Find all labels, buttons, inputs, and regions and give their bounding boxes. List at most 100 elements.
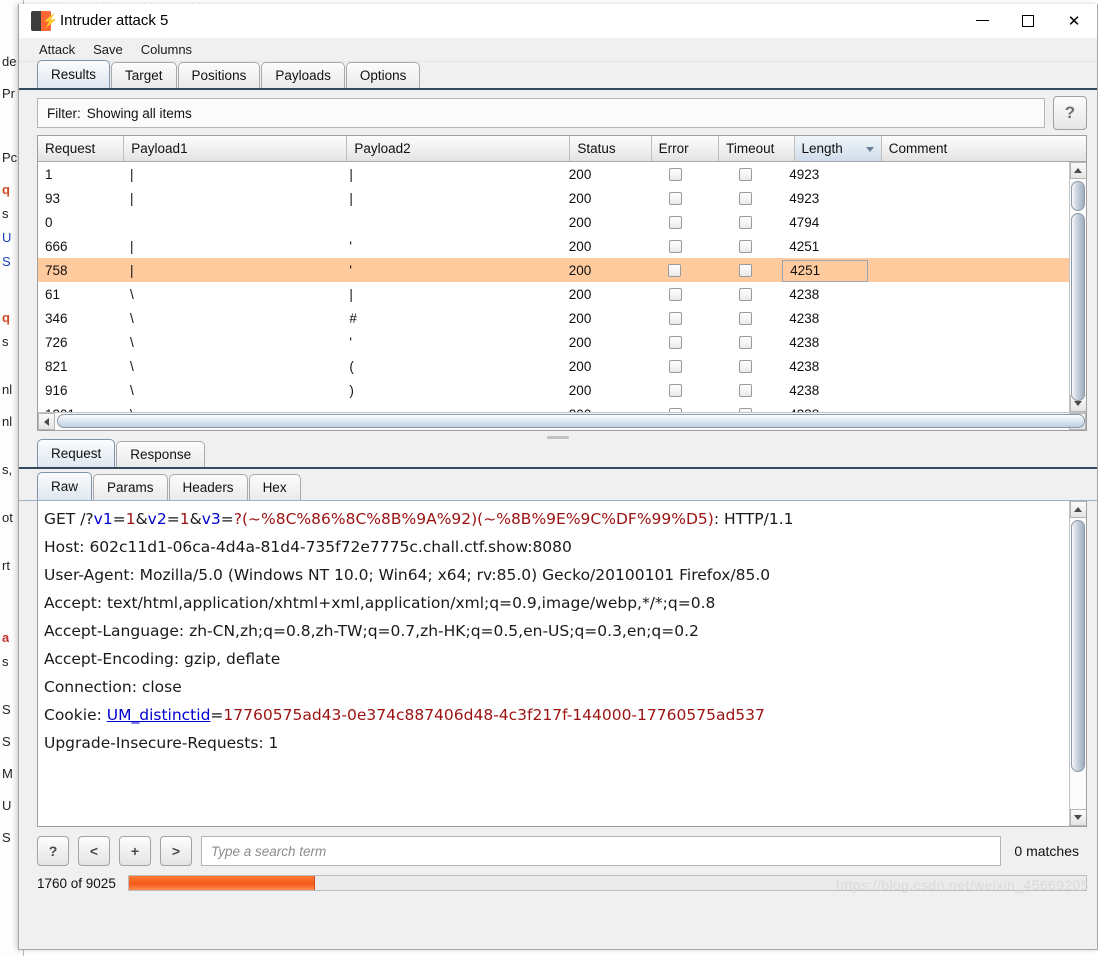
close-button[interactable]: ✕ [1051,4,1097,37]
menu-item-columns[interactable]: Columns [139,41,194,58]
table-horizontal-scrollbar[interactable] [38,412,1086,430]
cell-timeout-checkbox[interactable] [708,210,782,234]
table-row[interactable]: 1201\,200 4238 [38,402,1069,412]
table-vertical-scrollbar[interactable] [1069,162,1086,412]
tab-request[interactable]: Request [37,439,116,467]
request-scroll-thumb[interactable] [1070,520,1085,772]
table-row[interactable]: 758 | ' 200 4251 [38,258,1069,282]
scroll-left-button[interactable] [38,413,55,430]
request-scroll-track[interactable] [1069,518,1086,809]
tab-target[interactable]: Target [111,62,177,88]
request-scroll-down-button[interactable] [1069,809,1086,826]
column-header-error[interactable]: Error [652,136,720,161]
table-row[interactable]: 61 \ | 200 4238 [38,282,1069,306]
checkbox-error-icon[interactable] [668,215,682,229]
table-row[interactable]: 346 \ #200 4238 [38,306,1069,330]
tab-results[interactable]: Results [37,60,111,88]
scroll-thumb-top[interactable] [1070,181,1085,211]
cell-error-checkbox[interactable] [642,306,708,330]
column-header-payload2[interactable]: Payload2 [347,136,571,161]
filter-help-button[interactable]: ? [1053,96,1087,130]
column-header-request[interactable]: Request [38,136,125,161]
checkbox-error-icon[interactable] [668,239,682,253]
cell-error-checkbox[interactable] [642,354,708,378]
table-row[interactable]: 1 | | 200 4923 [38,162,1069,186]
table-row[interactable]: 666 | ' 200 4251 [38,234,1069,258]
checkbox-timeout-icon[interactable] [738,359,752,373]
hscroll-track[interactable] [55,413,1085,430]
table-row[interactable]: 916 \) 200 4238 [38,378,1069,402]
cell-error-checkbox[interactable] [642,378,708,402]
filter-bar[interactable]: Filter: Showing all items [37,98,1045,128]
checkbox-error-icon[interactable] [668,335,682,349]
request-raw-text[interactable]: GET /?v1=1&v2=1&v3=?(~%8C%86%8C%8B%9A%92… [38,501,1069,826]
column-header-length[interactable]: Length [794,136,882,161]
checkbox-error-icon[interactable] [668,383,682,397]
tab-payloads[interactable]: Payloads [261,62,345,88]
subtab-raw[interactable]: Raw [37,472,93,500]
request-scroll-up-button[interactable] [1069,501,1086,518]
search-previous-button[interactable]: < [78,836,110,866]
checkbox-timeout-icon[interactable] [738,287,752,301]
scroll-track[interactable] [1069,179,1086,401]
checkbox-timeout-icon[interactable] [738,263,752,277]
table-row[interactable]: 0 200 4794 [38,210,1069,234]
checkbox-timeout-icon[interactable] [738,191,752,205]
subtab-hex[interactable]: Hex [248,474,301,500]
cell-error-checkbox[interactable] [642,282,708,306]
cell-error-checkbox[interactable] [642,330,708,354]
checkbox-timeout-icon[interactable] [738,383,752,397]
checkbox-timeout-icon[interactable] [738,311,752,325]
cell-error-checkbox[interactable] [642,210,708,234]
request-vertical-scrollbar[interactable] [1069,501,1086,826]
cell-error-checkbox[interactable] [642,258,708,282]
search-add-button[interactable]: + [119,836,151,866]
cell-error-checkbox[interactable] [642,402,708,412]
cell-timeout-checkbox[interactable] [708,306,782,330]
checkbox-error-icon[interactable] [668,191,682,205]
cell-timeout-checkbox[interactable] [708,282,782,306]
column-header-payload1[interactable]: Payload1 [124,136,348,161]
checkbox-error-icon[interactable] [668,287,682,301]
cell-timeout-checkbox[interactable] [708,258,782,282]
splitter-grip[interactable] [547,435,569,439]
checkbox-timeout-icon[interactable] [738,239,752,253]
cell-timeout-checkbox[interactable] [708,354,782,378]
scroll-up-button[interactable] [1069,162,1086,179]
table-row[interactable]: 821 \ (200 4238 [38,354,1069,378]
checkbox-timeout-icon[interactable] [738,167,752,181]
cell-error-checkbox[interactable] [642,186,708,210]
checkbox-error-icon[interactable] [668,263,682,277]
cell-timeout-checkbox[interactable] [708,162,782,186]
menu-item-save[interactable]: Save [91,41,125,58]
hscroll-thumb[interactable] [57,414,1085,428]
tab-options[interactable]: Options [345,62,421,88]
cell-timeout-checkbox[interactable] [708,378,782,402]
checkbox-timeout-icon[interactable] [738,335,752,349]
checkbox-timeout-icon[interactable] [738,215,752,229]
minimize-button[interactable] [959,4,1005,37]
column-header-timeout[interactable]: Timeout [719,136,795,161]
search-next-button[interactable]: > [160,836,192,866]
scroll-thumb[interactable] [1070,213,1085,401]
column-header-status[interactable]: Status [570,136,652,161]
column-header-comment[interactable]: Comment [882,136,1086,161]
subtab-params[interactable]: Params [93,474,168,500]
menu-item-attack[interactable]: Attack [37,41,77,58]
maximize-button[interactable] [1005,4,1051,37]
cell-timeout-checkbox[interactable] [708,234,782,258]
checkbox-error-icon[interactable] [668,311,682,325]
cell-timeout-checkbox[interactable] [708,402,782,412]
table-row[interactable]: 93 | | 200 4923 [38,186,1069,210]
search-help-button[interactable]: ? [37,836,69,866]
table-row[interactable]: 726 \ ' 200 4238 [38,330,1069,354]
cell-timeout-checkbox[interactable] [708,330,782,354]
search-input[interactable]: Type a search term [201,836,1002,866]
subtab-headers[interactable]: Headers [168,474,248,500]
cell-error-checkbox[interactable] [642,234,708,258]
cell-error-checkbox[interactable] [642,162,708,186]
cell-timeout-checkbox[interactable] [708,186,782,210]
tab-response[interactable]: Response [116,441,206,467]
checkbox-error-icon[interactable] [668,167,682,181]
tab-positions[interactable]: Positions [177,62,261,88]
